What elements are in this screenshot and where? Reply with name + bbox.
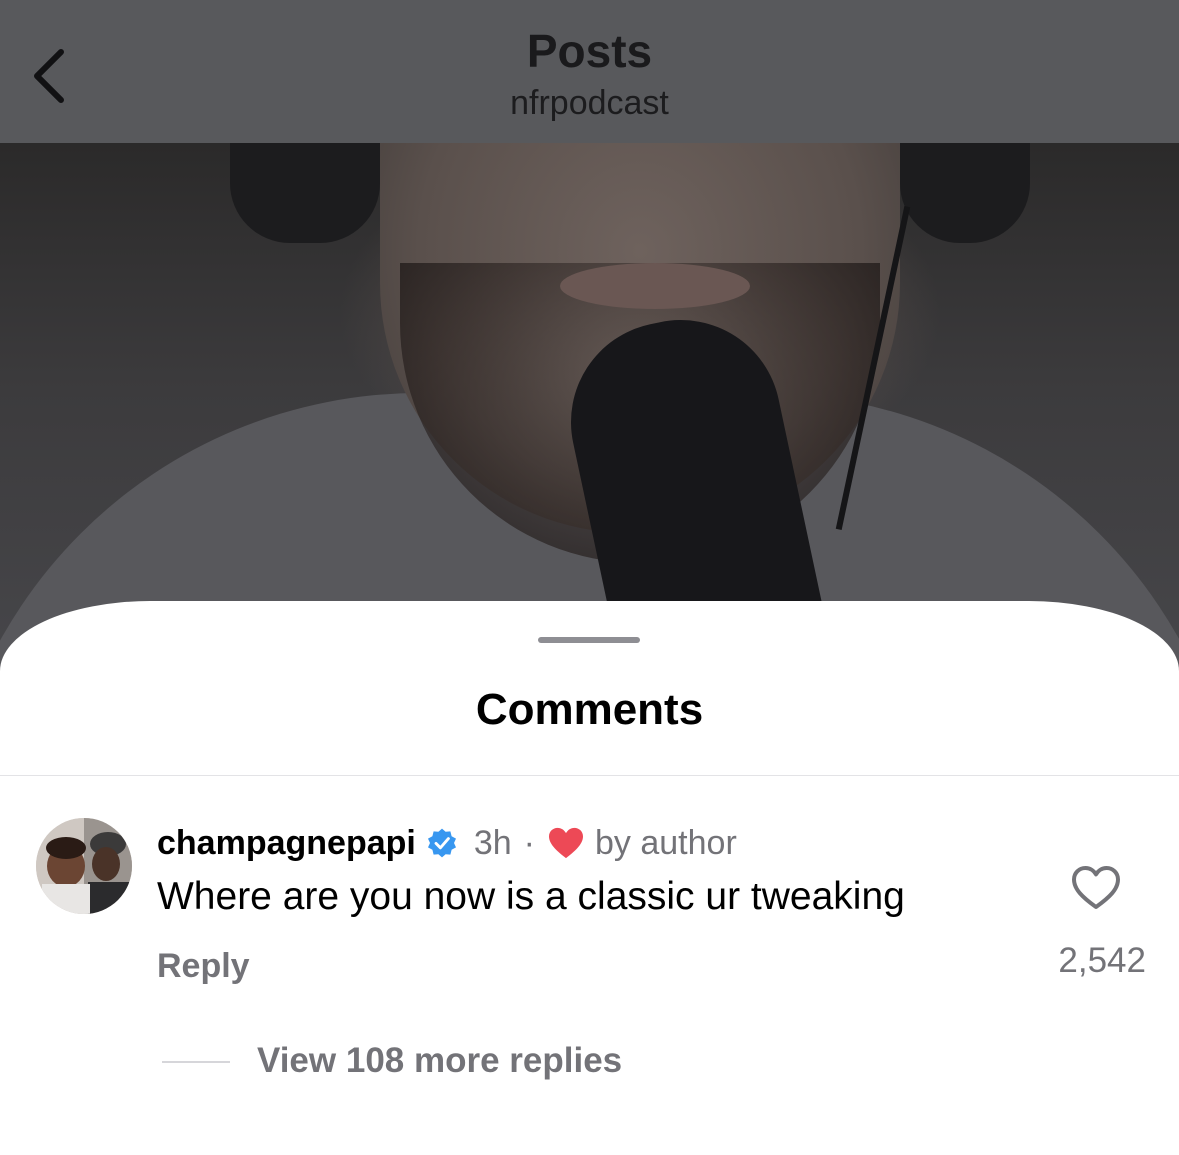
view-replies-button[interactable]: View 108 more replies xyxy=(257,1041,622,1081)
verified-badge-icon xyxy=(427,828,456,858)
sheet-drag-handle[interactable] xyxy=(538,637,640,643)
comment-timestamp: 3h xyxy=(473,823,512,862)
page-subtitle[interactable]: nfrpodcast xyxy=(0,84,1179,123)
nav-header: Posts nfrpodcast xyxy=(0,0,1179,143)
video-headphone-left xyxy=(230,143,380,243)
liked-by-author-label: by author xyxy=(595,823,737,862)
video-lips-shape xyxy=(560,263,750,309)
comments-sheet: Comments champagnepapi 3h · by author Wh… xyxy=(0,601,1179,1155)
meta-separator: · xyxy=(523,823,535,862)
like-count: 2,542 xyxy=(1058,941,1146,980)
avatar-photo-icon xyxy=(36,818,132,914)
page-title: Posts xyxy=(526,25,653,77)
avatar[interactable] xyxy=(36,818,132,914)
divider xyxy=(0,775,1179,776)
replies-divider-line xyxy=(162,1061,230,1063)
heart-outline-icon xyxy=(1072,866,1120,909)
comments-title: Comments xyxy=(475,685,704,734)
reply-button[interactable]: Reply xyxy=(157,947,250,986)
like-button[interactable] xyxy=(1066,863,1126,913)
comment-meta: champagnepapi 3h · by author xyxy=(157,821,737,865)
comment-username[interactable]: champagnepapi xyxy=(157,824,416,863)
video-headphone-right xyxy=(900,143,1030,243)
author-liked-heart-icon xyxy=(549,827,583,859)
comment-text: Where are you now is a classic ur tweaki… xyxy=(157,875,905,918)
